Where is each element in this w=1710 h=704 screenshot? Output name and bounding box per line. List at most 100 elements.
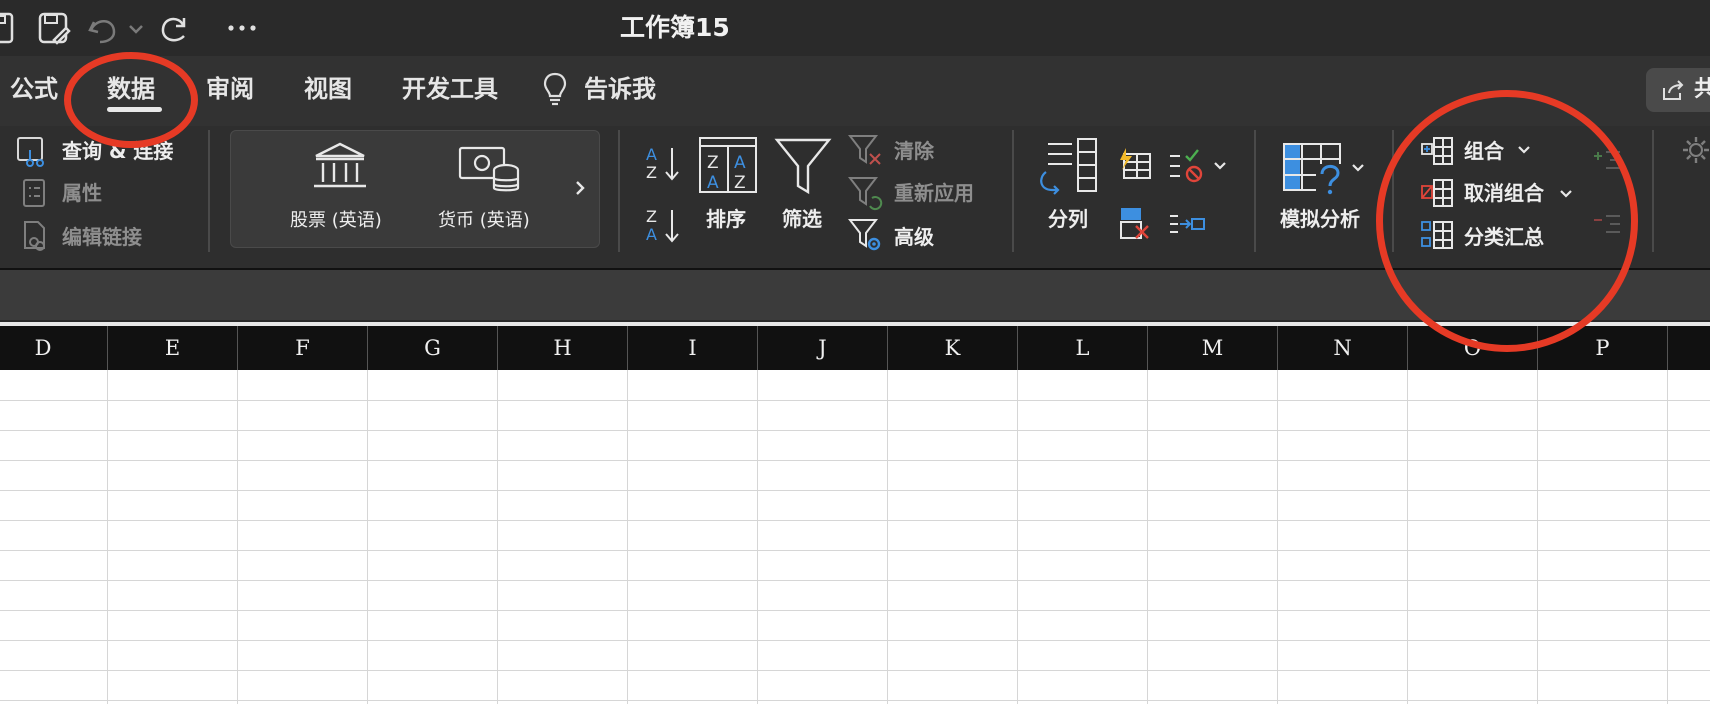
row-line — [0, 430, 1710, 431]
column-line — [1277, 370, 1278, 704]
column-header-d[interactable]: D — [0, 326, 108, 370]
sort-z-a-icon[interactable]: ZA — [644, 204, 684, 248]
tab-review[interactable]: 审阅 — [206, 70, 254, 108]
row-line — [0, 580, 1710, 581]
file-icon[interactable] — [0, 8, 26, 48]
sort-button[interactable]: 排序 — [706, 206, 746, 232]
group-separator — [208, 130, 210, 252]
what-if-analysis-icon[interactable] — [1282, 142, 1346, 196]
gear-icon[interactable] — [1680, 134, 1710, 166]
tab-view[interactable]: 视图 — [304, 70, 352, 108]
svg-text:A: A — [646, 225, 657, 244]
column-line — [1667, 370, 1668, 704]
chevron-down-icon[interactable] — [1350, 160, 1366, 176]
column-header-h[interactable]: H — [497, 326, 627, 370]
column-header-n[interactable]: N — [1277, 326, 1407, 370]
column-line — [1537, 370, 1538, 704]
remove-duplicates-icon[interactable] — [1116, 206, 1152, 242]
share-button[interactable]: 共 — [1646, 68, 1710, 112]
svg-text:A: A — [707, 173, 719, 193]
svg-text:Z: Z — [646, 163, 657, 182]
column-header-k[interactable]: K — [887, 326, 1017, 370]
window-title: 工作簿15 — [620, 13, 730, 42]
row-line — [0, 400, 1710, 401]
filter-button[interactable]: 筛选 — [782, 206, 822, 232]
title-bar: 工作簿15 — [0, 0, 1710, 56]
stocks-button[interactable]: 股票 (英语) — [290, 208, 382, 234]
row-line — [0, 550, 1710, 551]
column-line — [1017, 370, 1018, 704]
column-header-l[interactable]: L — [1017, 326, 1147, 370]
column-header-i[interactable]: I — [627, 326, 757, 370]
column-header-g[interactable]: G — [367, 326, 497, 370]
data-types-gallery — [230, 130, 600, 248]
tab-formulas[interactable]: 公式 — [10, 70, 58, 108]
row-line — [0, 460, 1710, 461]
data-validation-icon[interactable] — [1168, 148, 1208, 184]
group-separator — [1254, 130, 1256, 252]
row-line — [0, 490, 1710, 491]
sort-icon[interactable]: ZAAZ — [698, 136, 758, 194]
currency-button[interactable]: 货币 (英语) — [438, 208, 530, 234]
column-line — [497, 370, 498, 704]
tab-tell-me[interactable]: 告诉我 — [584, 70, 656, 108]
reapply-button[interactable]: 重新应用 — [894, 180, 974, 206]
row-line — [0, 520, 1710, 521]
row-line — [0, 640, 1710, 641]
tab-developer[interactable]: 开发工具 — [402, 70, 498, 108]
column-line — [1147, 370, 1148, 704]
group-separator — [618, 130, 620, 252]
column-header-j[interactable]: J — [757, 326, 887, 370]
save-icon[interactable] — [34, 8, 74, 48]
svg-text:Z: Z — [707, 153, 719, 173]
consolidate-icon[interactable] — [1168, 210, 1208, 240]
undo-icon[interactable] — [84, 8, 124, 48]
column-header-e[interactable]: E — [107, 326, 237, 370]
row-line — [0, 700, 1710, 701]
clear-button[interactable]: 清除 — [894, 138, 934, 164]
row-line — [0, 670, 1710, 671]
column-header-next[interactable] — [1667, 326, 1710, 370]
column-header-f[interactable]: F — [237, 326, 367, 370]
annotation-circle-data-tab — [64, 52, 198, 148]
svg-text:A: A — [646, 145, 657, 164]
lightbulb-icon[interactable] — [542, 70, 568, 108]
column-line — [367, 370, 368, 704]
group-separator — [1012, 130, 1014, 252]
text-to-columns-button[interactable]: 分列 — [1048, 206, 1088, 232]
edit-links-button[interactable]: 编辑链接 — [62, 224, 142, 250]
group-separator — [1652, 130, 1654, 252]
advanced-button[interactable]: 高级 — [894, 224, 934, 250]
currency-icon[interactable] — [458, 144, 522, 196]
stocks-icon[interactable] — [310, 140, 370, 192]
column-line — [757, 370, 758, 704]
annotation-circle-outline-group — [1376, 90, 1638, 352]
properties-icon[interactable] — [20, 178, 48, 208]
chevron-down-icon[interactable] — [1212, 158, 1228, 174]
column-line — [1407, 370, 1408, 704]
column-line — [237, 370, 238, 704]
flash-fill-icon[interactable] — [1116, 146, 1152, 182]
what-if-analysis-button[interactable]: 模拟分析 — [1280, 206, 1360, 232]
cell-grid[interactable] — [0, 370, 1710, 704]
chevron-down-icon[interactable] — [124, 8, 148, 48]
svg-text:Z: Z — [734, 173, 746, 193]
advanced-filter-icon[interactable] — [848, 218, 884, 254]
filter-icon[interactable] — [774, 136, 832, 196]
column-header-m[interactable]: M — [1147, 326, 1277, 370]
column-line — [887, 370, 888, 704]
properties-button[interactable]: 属性 — [62, 180, 102, 206]
more-icon[interactable] — [222, 8, 262, 48]
chevron-right-icon[interactable] — [570, 176, 590, 200]
reapply-icon[interactable] — [848, 176, 884, 212]
share-icon — [1660, 78, 1686, 102]
redo-icon[interactable] — [154, 8, 194, 48]
svg-text:A: A — [734, 153, 746, 173]
sort-a-z-icon[interactable]: AZ — [644, 142, 684, 186]
clear-filter-icon[interactable] — [848, 134, 884, 168]
queries-icon[interactable] — [0, 136, 50, 170]
text-to-columns-icon[interactable] — [1036, 136, 1100, 198]
edit-links-icon[interactable] — [20, 220, 50, 252]
row-line — [0, 610, 1710, 611]
column-line — [627, 370, 628, 704]
